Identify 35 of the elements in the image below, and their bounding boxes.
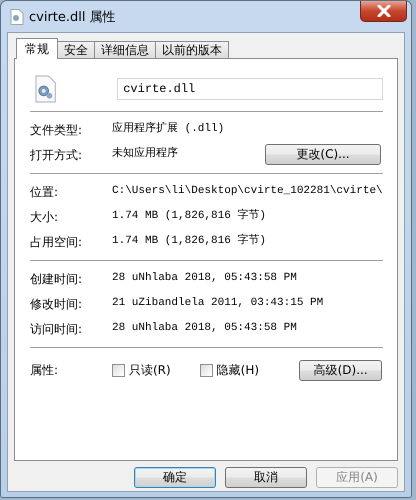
gear-file-icon <box>35 75 56 103</box>
tab[interactable]: 安全 <box>57 41 95 58</box>
field-label: 大小: <box>30 208 60 226</box>
close-icon <box>376 5 390 17</box>
field-label: 位置: <box>30 184 60 200</box>
tab[interactable]: 常规 <box>16 38 58 59</box>
advanced-button[interactable]: 高级(D)... <box>299 360 382 380</box>
field-label: 文件类型: <box>30 122 84 138</box>
field-label: 占用空间: <box>30 234 84 250</box>
field-label: 修改时间: <box>30 296 84 312</box>
close-button[interactable] <box>360 1 407 22</box>
file-icon <box>10 9 24 25</box>
field-value: 28 uNhlaba 2018, 05:43:58 PM <box>112 271 297 286</box>
checkbox[interactable] <box>200 364 213 376</box>
field-label: 属性: <box>30 362 60 379</box>
field-value: 21 uZibandlela 2011, 03:43:15 PM <box>112 296 324 312</box>
dialog-button[interactable]: 确定 <box>134 467 216 488</box>
field-value: 应用程序扩展 (.dll) <box>112 121 224 138</box>
field-value: 未知应用程序 <box>112 146 178 162</box>
checkbox-label: 隐藏(H) <box>216 362 260 379</box>
checkbox-label: 只读(R) <box>129 362 171 379</box>
field-value: 1.74 MB (1,826,816 字节) <box>112 208 266 224</box>
dialog-button[interactable]: 取消 <box>225 467 307 488</box>
field-label: 打开方式: <box>30 146 84 164</box>
field-label: 创建时间: <box>30 270 84 288</box>
field-value: 28 uNhlaba 2018, 05:43:58 PM <box>112 321 297 336</box>
field-value: 1.74 MB (1,826,816 字节) <box>112 233 266 250</box>
checkbox[interactable] <box>112 364 125 376</box>
field-value: C:\Users\li\Desktop\cvirte_102281\cvirte\ <box>112 184 383 200</box>
tab[interactable]: 以前的版本 <box>155 41 229 58</box>
file-name-field[interactable]: cvirte.dll <box>117 78 383 100</box>
window-title: cvirte.dll 属性 <box>29 9 116 27</box>
field-label: 访问时间: <box>30 320 84 338</box>
change-button[interactable]: 更改(C)... <box>265 144 381 165</box>
tab[interactable]: 详细信息 <box>94 41 156 58</box>
